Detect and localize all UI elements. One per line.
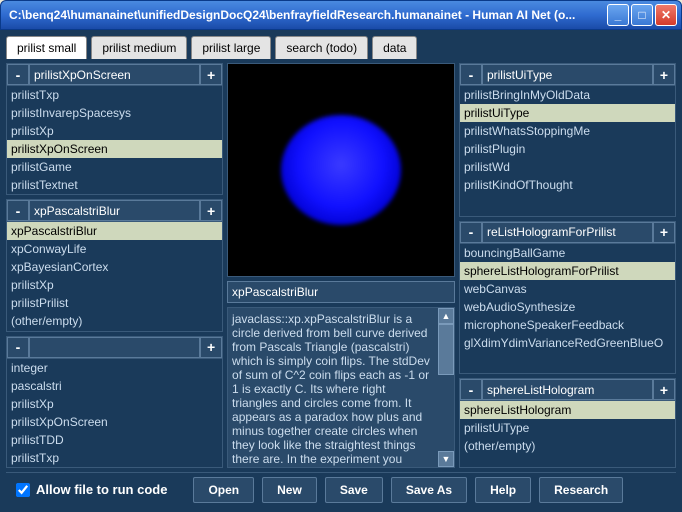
- allow-run-checkbox[interactable]: [16, 483, 30, 497]
- expand-button[interactable]: +: [653, 379, 675, 400]
- list-item[interactable]: xpConwayLife: [7, 240, 222, 258]
- scroll-down-button[interactable]: ▼: [438, 451, 454, 467]
- list-item[interactable]: prilistGame: [7, 158, 222, 176]
- list-item[interactable]: prilistTxp: [7, 86, 222, 104]
- list-left-1: prilistTxpprilistInvarepSpacesysprilistX…: [7, 86, 222, 194]
- allow-run-checkbox-label[interactable]: Allow file to run code: [16, 482, 167, 497]
- tab-search[interactable]: search (todo): [275, 36, 368, 59]
- save-button[interactable]: Save: [325, 477, 383, 503]
- expand-button[interactable]: +: [653, 64, 675, 85]
- filter-input[interactable]: [29, 337, 200, 358]
- tab-prilist-large[interactable]: prilist large: [191, 36, 271, 59]
- scroll-thumb[interactable]: [438, 324, 454, 375]
- list-item[interactable]: webCanvas: [460, 280, 675, 298]
- expand-button[interactable]: +: [200, 200, 222, 221]
- list-item[interactable]: prilistWd: [460, 158, 675, 176]
- expand-button[interactable]: +: [200, 337, 222, 358]
- list-item[interactable]: (other/empty): [7, 312, 222, 330]
- list-item[interactable]: prilistBringInMyOldData: [460, 86, 675, 104]
- list-item[interactable]: xpBayesianCortex: [7, 258, 222, 276]
- collapse-button[interactable]: -: [7, 64, 29, 85]
- list-item[interactable]: prilistXp: [7, 395, 222, 413]
- research-button[interactable]: Research: [539, 477, 623, 503]
- list-item[interactable]: prilistXp: [7, 122, 222, 140]
- blur-circle-graphic: [281, 115, 401, 225]
- save-as-button[interactable]: Save As: [391, 477, 467, 503]
- scroll-up-button[interactable]: ▲: [438, 308, 454, 324]
- expand-button[interactable]: +: [653, 222, 675, 243]
- list-right-3: sphereListHologramprilistUiType(other/em…: [460, 401, 675, 467]
- list-item[interactable]: pascalstri: [7, 377, 222, 395]
- description-textarea[interactable]: javaclass::xp.xpPascalstriBlur is a circ…: [228, 308, 438, 467]
- new-button[interactable]: New: [262, 477, 317, 503]
- tab-bar: prilist small prilist medium prilist lar…: [6, 36, 676, 59]
- filter-input[interactable]: [482, 64, 653, 85]
- list-item[interactable]: prilistKindOfThought: [460, 176, 675, 194]
- list-item[interactable]: prilistInvarepSpacesys: [7, 104, 222, 122]
- filter-input[interactable]: [482, 379, 653, 400]
- list-item[interactable]: prilistXpOnScreen: [7, 413, 222, 431]
- list-item[interactable]: prilistWhatsStoppingMe: [460, 122, 675, 140]
- filter-input[interactable]: [29, 64, 200, 85]
- close-button[interactable]: ✕: [655, 4, 677, 26]
- collapse-button[interactable]: -: [460, 222, 482, 243]
- list-left-3: integerpascalstriprilistXpprilistXpOnScr…: [7, 359, 222, 467]
- collapse-button[interactable]: -: [7, 200, 29, 221]
- list-item[interactable]: (other/empty): [460, 437, 675, 455]
- allow-run-text: Allow file to run code: [36, 482, 167, 497]
- list-item[interactable]: prilistTDD: [7, 431, 222, 449]
- window-title: C:\benq24\humanainet\unifiedDesignDocQ24…: [5, 8, 607, 22]
- filter-input[interactable]: [29, 200, 200, 221]
- preview-canvas: [227, 63, 455, 277]
- tab-data[interactable]: data: [372, 36, 417, 59]
- list-left-2: xpPascalstriBlurxpConwayLifexpBayesianCo…: [7, 222, 222, 330]
- list-right-1: prilistBringInMyOldDataprilistUiTypepril…: [460, 86, 675, 216]
- list-item[interactable]: glXdimYdimVarianceRedGreenBlueO: [460, 334, 675, 352]
- list-item[interactable]: webAudioSynthesize: [460, 298, 675, 316]
- list-item[interactable]: prilistXpOnScreen: [7, 140, 222, 158]
- footer-bar: Allow file to run code Open New Save Sav…: [6, 472, 676, 506]
- filter-input[interactable]: [482, 222, 653, 243]
- list-item[interactable]: prilistUiType: [460, 104, 675, 122]
- list-item[interactable]: xpPascalstriBlur: [7, 222, 222, 240]
- list-item[interactable]: prilistUiType: [460, 419, 675, 437]
- maximize-button[interactable]: □: [631, 4, 653, 26]
- list-item[interactable]: prilistXp: [7, 276, 222, 294]
- list-item[interactable]: prilistTextnet: [7, 176, 222, 194]
- help-button[interactable]: Help: [475, 477, 531, 503]
- minimize-button[interactable]: _: [607, 4, 629, 26]
- list-item[interactable]: bouncingBallGame: [460, 244, 675, 262]
- collapse-button[interactable]: -: [7, 337, 29, 358]
- list-item[interactable]: integer: [7, 359, 222, 377]
- expand-button[interactable]: +: [200, 64, 222, 85]
- list-item[interactable]: sphereListHologramForPrilist: [460, 262, 675, 280]
- list-item[interactable]: sphereListHologram: [460, 401, 675, 419]
- list-item[interactable]: microphoneSpeakerFeedback: [460, 316, 675, 334]
- list-right-2: bouncingBallGamesphereListHologramForPri…: [460, 244, 675, 374]
- tab-prilist-small[interactable]: prilist small: [6, 36, 87, 59]
- collapse-button[interactable]: -: [460, 379, 482, 400]
- item-title-field[interactable]: [227, 281, 455, 303]
- list-item[interactable]: prilistPrilist: [7, 294, 222, 312]
- open-button[interactable]: Open: [193, 477, 254, 503]
- list-item[interactable]: prilistTxp: [7, 449, 222, 467]
- list-item[interactable]: prilistPlugin: [460, 140, 675, 158]
- collapse-button[interactable]: -: [460, 64, 482, 85]
- titlebar: C:\benq24\humanainet\unifiedDesignDocQ24…: [0, 0, 682, 30]
- tab-prilist-medium[interactable]: prilist medium: [91, 36, 187, 59]
- scrollbar[interactable]: ▲ ▼: [438, 308, 454, 467]
